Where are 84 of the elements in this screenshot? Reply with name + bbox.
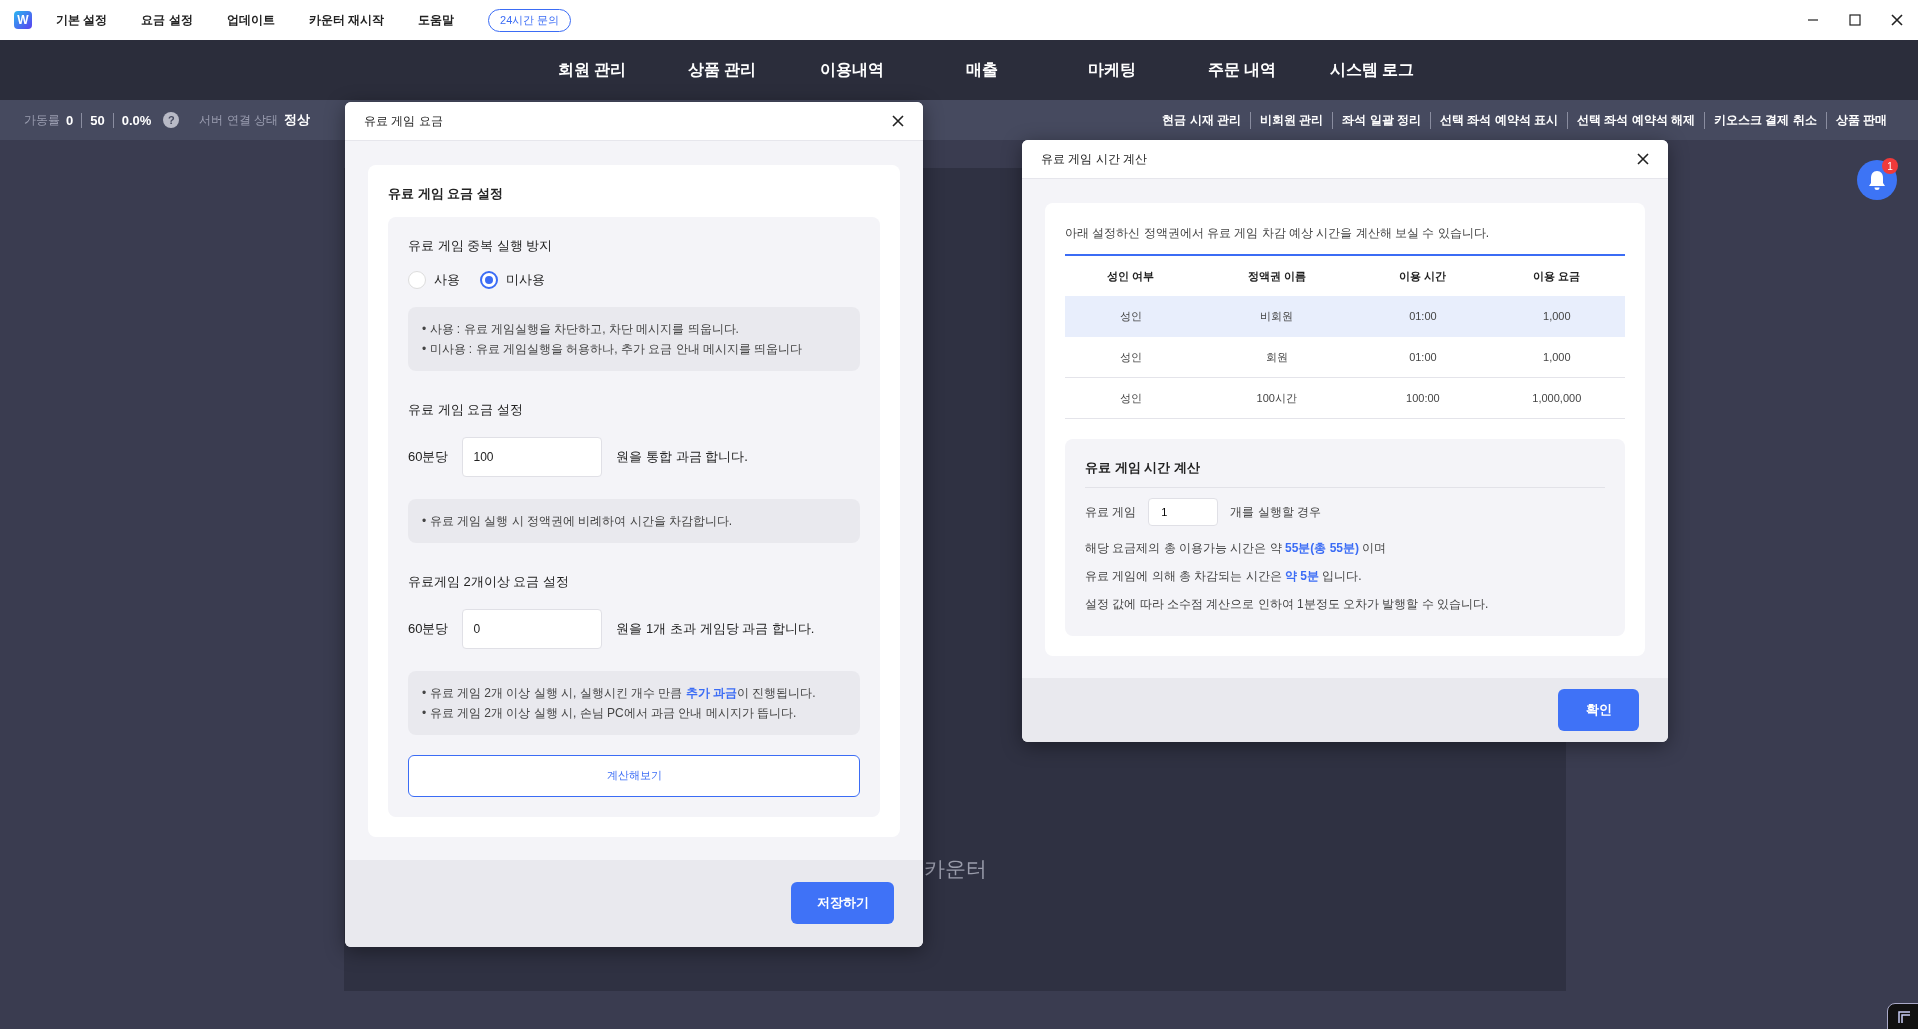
menu-item[interactable]: 요금 설정 (141, 11, 193, 29)
note-text: • 유료 게임 실행 시 정액권에 비례하여 시간을 차감합니다. (422, 513, 734, 530)
calc-title: 유료 게임 시간 계산 (1085, 459, 1605, 488)
table-cell: 100시간 (1196, 377, 1358, 419)
action-link[interactable]: 상품 판매 (1825, 111, 1896, 129)
table-cell: 01:00 (1357, 336, 1489, 378)
note-text: • 사용 : 유료 게임실행을 차단하고, 차단 메시지를 띄웁니다. (422, 321, 740, 338)
note-text: • 유료 게임 2개 이상 실행 시, 손님 PC에서 과금 안내 메시지가 뜹니다. (422, 705, 798, 722)
menu-item[interactable]: 기본 설정 (56, 11, 108, 29)
note-text: • 유료 게임 2개 이상 실행 시, 실행시킨 개수 만큼 추가 과금이 진행됩니다. (422, 685, 817, 702)
field-suffix: 원을 1개 초과 게임당 과금 합니다. (616, 620, 815, 638)
radio-option[interactable]: 미사용 (480, 271, 545, 289)
table-cell: 성인 (1065, 377, 1197, 419)
menu-item[interactable]: 도움말 (418, 11, 455, 29)
field-prefix: 60분당 (408, 620, 449, 638)
corner-icon[interactable] (1887, 1003, 1918, 1029)
save-button[interactable]: 저장하기 (791, 882, 894, 925)
close-icon[interactable] (1890, 13, 1904, 27)
column-header: 이용 시간 (1357, 255, 1489, 296)
nav-tab[interactable]: 회원 관리 (527, 59, 657, 81)
count-field[interactable]: 1 (1148, 498, 1219, 526)
setting-title: 유료 게임 중복 실행 방지 (408, 237, 554, 255)
note-text: • 미사용 : 유료 게임실행을 허용하나, 추가 요금 안내 메시지를 띄웁니다 (422, 341, 804, 358)
column-header: 이용 요금 (1488, 255, 1625, 296)
table-cell: 100:00 (1357, 377, 1489, 419)
table-row[interactable]: 성인 100시간 100:00 1,000,000 (1065, 377, 1625, 419)
nav-tab[interactable]: 마케팅 (1047, 59, 1177, 81)
stat-value: 0.0% (112, 112, 160, 128)
menu-item[interactable]: 카운터 재시작 (308, 11, 385, 29)
action-link[interactable]: 좌석 일괄 정리 (1332, 111, 1430, 129)
field-prefix: 유료 게임 (1085, 503, 1137, 521)
dialog-title: 유료 게임 요금 (364, 112, 443, 130)
result-text: 유료 게임에 의해 총 차감되는 시간은 약 5분 입니다. (1085, 568, 1363, 585)
setting-title: 유료게임 2개이상 요금 설정 (408, 573, 571, 591)
action-link[interactable]: 현금 시재 관리 (1153, 111, 1250, 129)
uptime-label: 가동률 (24, 111, 60, 129)
action-link[interactable]: 선택 좌석 예약석 해제 (1566, 111, 1704, 129)
close-icon[interactable] (1636, 152, 1650, 166)
field-suffix: 개를 실행할 경우 (1230, 503, 1321, 521)
action-link[interactable]: 선택 좌석 예약석 표시 (1429, 111, 1567, 129)
action-link[interactable]: 키오스크 결제 취소 (1704, 111, 1826, 129)
table-cell: 성인 (1065, 296, 1197, 337)
close-icon[interactable] (891, 114, 905, 128)
action-link[interactable]: 비회원 관리 (1249, 111, 1333, 129)
notification-badge: 1 (1882, 158, 1898, 174)
table-cell: 성인 (1065, 336, 1197, 378)
table-cell: 1,000 (1488, 296, 1625, 337)
stat-value: 50 (81, 112, 113, 128)
field-prefix: 60분당 (408, 448, 449, 466)
dialog-title: 유료 게임 시간 계산 (1041, 150, 1147, 168)
table-cell: 비회원 (1196, 296, 1358, 337)
confirm-button[interactable]: 확인 (1558, 689, 1639, 731)
nav-tab[interactable]: 매출 (917, 59, 1047, 81)
radio-option[interactable]: 사용 (408, 271, 460, 289)
menu-item[interactable]: 업데이트 (226, 11, 275, 29)
table-cell: 01:00 (1357, 296, 1489, 337)
table-row[interactable]: 성인 회원 01:00 1,000 (1065, 336, 1625, 378)
server-label: 서버 연결 상태 (199, 111, 278, 129)
table-cell: 1,000,000 (1488, 377, 1625, 419)
field-suffix: 원을 통합 과금 합니다. (616, 448, 748, 466)
stat-value: 0 (66, 112, 75, 128)
column-header: 성인 여부 (1065, 255, 1197, 296)
table-row[interactable]: 성인 비회원 01:00 1,000 (1065, 296, 1625, 337)
table-cell: 1,000 (1488, 336, 1625, 378)
table-cell: 회원 (1196, 336, 1358, 378)
maximize-icon[interactable] (1849, 14, 1861, 26)
calculate-button[interactable]: 계산해보기 (408, 754, 860, 797)
nav-tab[interactable]: 주문 내역 (1177, 59, 1307, 81)
panel-label: 카운터 (923, 856, 987, 882)
result-text: 설정 값에 따라 소수점 계산으로 인하여 1분정도 오차가 발행할 수 있습니다. (1085, 596, 1490, 613)
setting-title: 유료 게임 요금 설정 (408, 401, 524, 419)
intro-text: 아래 설정하신 정액권에서 유료 게임 차감 예상 시간을 계산해 보실 수 있습니다. (1065, 225, 1490, 242)
nav-tab[interactable]: 이용내역 (787, 59, 917, 81)
help-icon[interactable]: ? (163, 112, 180, 128)
server-status: 정상 (284, 111, 310, 129)
amount-field[interactable]: 0 (462, 609, 603, 649)
section-title: 유료 게임 요금 설정 (388, 185, 504, 203)
column-header: 정액권 이름 (1196, 255, 1358, 296)
nav-tab[interactable]: 상품 관리 (657, 59, 787, 81)
app-logo: W (14, 11, 32, 29)
result-text: 해당 요금제의 총 이용가능 시간은 약 55분(총 55분) 이며 (1085, 540, 1388, 557)
nav-tab[interactable]: 시스템 로그 (1307, 59, 1437, 81)
bell-icon[interactable] (1857, 160, 1897, 200)
amount-field[interactable]: 100 (462, 437, 603, 477)
